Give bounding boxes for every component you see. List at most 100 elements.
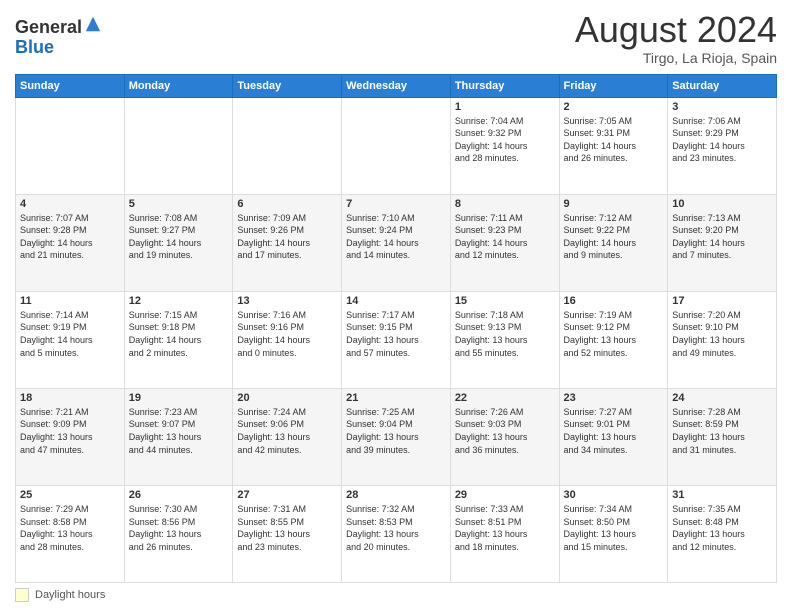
col-header-tuesday: Tuesday	[233, 74, 342, 97]
day-info: Sunrise: 7:18 AM Sunset: 9:13 PM Dayligh…	[455, 309, 555, 359]
day-cell: 8 Sunrise: 7:11 AM Sunset: 9:23 PM Daylig…	[450, 194, 559, 291]
day-number: 27	[237, 489, 337, 501]
day-info: Sunrise: 7:15 AM Sunset: 9:18 PM Dayligh…	[129, 309, 229, 359]
day-info: Sunrise: 7:05 AM Sunset: 9:31 PM Dayligh…	[564, 115, 664, 165]
day-number: 10	[672, 198, 772, 210]
day-number: 4	[20, 198, 120, 210]
logo: General Blue	[15, 15, 102, 58]
day-info: Sunrise: 7:09 AM Sunset: 9:26 PM Dayligh…	[237, 212, 337, 262]
day-info: Sunrise: 7:29 AM Sunset: 8:58 PM Dayligh…	[20, 503, 120, 553]
day-number: 14	[346, 295, 446, 307]
day-info: Sunrise: 7:33 AM Sunset: 8:51 PM Dayligh…	[455, 503, 555, 553]
day-cell: 29 Sunrise: 7:33 AM Sunset: 8:51 PM Dayli…	[450, 485, 559, 582]
day-cell	[124, 97, 233, 194]
day-number: 20	[237, 392, 337, 404]
day-info: Sunrise: 7:11 AM Sunset: 9:23 PM Dayligh…	[455, 212, 555, 262]
day-cell: 19Sunrise: 7:23 AM Sunset: 9:07 PM Dayli…	[124, 388, 233, 485]
day-number: 8	[455, 198, 555, 210]
day-info: Sunrise: 7:30 AM Sunset: 8:56 PM Dayligh…	[129, 503, 229, 553]
header-row: SundayMondayTuesdayWednesdayThursdayFrid…	[16, 74, 777, 97]
day-cell	[16, 97, 125, 194]
col-header-monday: Monday	[124, 74, 233, 97]
day-number: 30	[564, 489, 664, 501]
day-info: Sunrise: 7:34 AM Sunset: 8:50 PM Dayligh…	[564, 503, 664, 553]
day-number: 19	[129, 392, 229, 404]
day-cell	[233, 97, 342, 194]
day-cell: 5Sunrise: 7:08 AM Sunset: 9:27 PM Daylig…	[124, 194, 233, 291]
day-cell: 20 Sunrise: 7:24 AM Sunset: 9:06 PM Dayli…	[233, 388, 342, 485]
day-cell: 2 Sunrise: 7:05 AM Sunset: 9:31 PM Daylig…	[559, 97, 668, 194]
title-block: August 2024 Tirgo, La Rioja, Spain	[575, 10, 777, 66]
day-number: 16	[564, 295, 664, 307]
day-number: 26	[129, 489, 229, 501]
location: Tirgo, La Rioja, Spain	[575, 50, 777, 66]
day-info: Sunrise: 7:07 AM Sunset: 9:28 PM Dayligh…	[20, 212, 120, 262]
day-info: Sunrise: 7:16 AM Sunset: 9:16 PM Dayligh…	[237, 309, 337, 359]
footer: Daylight hours	[15, 588, 777, 602]
day-cell: 9 Sunrise: 7:12 AM Sunset: 9:22 PM Daylig…	[559, 194, 668, 291]
day-info: Sunrise: 7:14 AM Sunset: 9:19 PM Dayligh…	[20, 309, 120, 359]
col-header-friday: Friday	[559, 74, 668, 97]
day-info: Sunrise: 7:12 AM Sunset: 9:22 PM Dayligh…	[564, 212, 664, 262]
day-cell	[342, 97, 451, 194]
day-cell: 11 Sunrise: 7:14 AM Sunset: 9:19 PM Dayli…	[16, 291, 125, 388]
day-number: 6	[237, 198, 337, 210]
day-info: Sunrise: 7:35 AM Sunset: 8:48 PM Dayligh…	[672, 503, 772, 553]
day-info: Sunrise: 7:24 AM Sunset: 9:06 PM Dayligh…	[237, 406, 337, 456]
daylight-label: Daylight hours	[35, 589, 105, 601]
day-number: 11	[20, 295, 120, 307]
day-info: Sunrise: 7:31 AM Sunset: 8:55 PM Dayligh…	[237, 503, 337, 553]
day-number: 7	[346, 198, 446, 210]
week-row-4: 18 Sunrise: 7:21 AM Sunset: 9:09 PM Dayli…	[16, 388, 777, 485]
day-cell: 30 Sunrise: 7:34 AM Sunset: 8:50 PM Dayli…	[559, 485, 668, 582]
daylight-box-icon	[15, 588, 29, 602]
day-info: Sunrise: 7:27 AM Sunset: 9:01 PM Dayligh…	[564, 406, 664, 456]
col-header-thursday: Thursday	[450, 74, 559, 97]
page: General Blue August 2024 Tirgo, La Rioja…	[0, 0, 792, 612]
day-info: Sunrise: 7:32 AM Sunset: 8:53 PM Dayligh…	[346, 503, 446, 553]
day-info: Sunrise: 7:21 AM Sunset: 9:09 PM Dayligh…	[20, 406, 120, 456]
day-number: 2	[564, 101, 664, 113]
day-number: 22	[455, 392, 555, 404]
day-cell: 15Sunrise: 7:18 AM Sunset: 9:13 PM Dayli…	[450, 291, 559, 388]
day-number: 25	[20, 489, 120, 501]
day-info: Sunrise: 7:08 AM Sunset: 9:27 PM Dayligh…	[129, 212, 229, 262]
day-number: 24	[672, 392, 772, 404]
day-number: 17	[672, 295, 772, 307]
week-row-1: 1Sunrise: 7:04 AM Sunset: 9:32 PM Daylig…	[16, 97, 777, 194]
day-cell: 21Sunrise: 7:25 AM Sunset: 9:04 PM Dayli…	[342, 388, 451, 485]
day-number: 29	[455, 489, 555, 501]
day-info: Sunrise: 7:26 AM Sunset: 9:03 PM Dayligh…	[455, 406, 555, 456]
day-info: Sunrise: 7:28 AM Sunset: 8:59 PM Dayligh…	[672, 406, 772, 456]
header: General Blue August 2024 Tirgo, La Rioja…	[15, 10, 777, 66]
day-cell: 6 Sunrise: 7:09 AM Sunset: 9:26 PM Daylig…	[233, 194, 342, 291]
day-info: Sunrise: 7:17 AM Sunset: 9:15 PM Dayligh…	[346, 309, 446, 359]
day-cell: 23Sunrise: 7:27 AM Sunset: 9:01 PM Dayli…	[559, 388, 668, 485]
logo-general-text: General	[15, 17, 82, 37]
month-year: August 2024	[575, 10, 777, 50]
day-cell: 27 Sunrise: 7:31 AM Sunset: 8:55 PM Dayli…	[233, 485, 342, 582]
day-cell: 1Sunrise: 7:04 AM Sunset: 9:32 PM Daylig…	[450, 97, 559, 194]
day-cell: 18 Sunrise: 7:21 AM Sunset: 9:09 PM Dayli…	[16, 388, 125, 485]
day-cell: 13Sunrise: 7:16 AM Sunset: 9:16 PM Dayli…	[233, 291, 342, 388]
day-number: 28	[346, 489, 446, 501]
day-info: Sunrise: 7:06 AM Sunset: 9:29 PM Dayligh…	[672, 115, 772, 165]
week-row-5: 25 Sunrise: 7:29 AM Sunset: 8:58 PM Dayli…	[16, 485, 777, 582]
day-cell: 4 Sunrise: 7:07 AM Sunset: 9:28 PM Daylig…	[16, 194, 125, 291]
day-number: 18	[20, 392, 120, 404]
day-number: 21	[346, 392, 446, 404]
day-cell: 22 Sunrise: 7:26 AM Sunset: 9:03 PM Dayli…	[450, 388, 559, 485]
day-number: 9	[564, 198, 664, 210]
col-header-sunday: Sunday	[16, 74, 125, 97]
day-cell: 25 Sunrise: 7:29 AM Sunset: 8:58 PM Dayli…	[16, 485, 125, 582]
col-header-wednesday: Wednesday	[342, 74, 451, 97]
day-cell: 31Sunrise: 7:35 AM Sunset: 8:48 PM Dayli…	[668, 485, 777, 582]
col-header-saturday: Saturday	[668, 74, 777, 97]
day-number: 3	[672, 101, 772, 113]
logo-blue-text: Blue	[15, 37, 54, 57]
day-info: Sunrise: 7:13 AM Sunset: 9:20 PM Dayligh…	[672, 212, 772, 262]
day-cell: 24 Sunrise: 7:28 AM Sunset: 8:59 PM Dayli…	[668, 388, 777, 485]
logo-icon	[84, 15, 102, 33]
week-row-3: 11 Sunrise: 7:14 AM Sunset: 9:19 PM Dayli…	[16, 291, 777, 388]
day-number: 1	[455, 101, 555, 113]
